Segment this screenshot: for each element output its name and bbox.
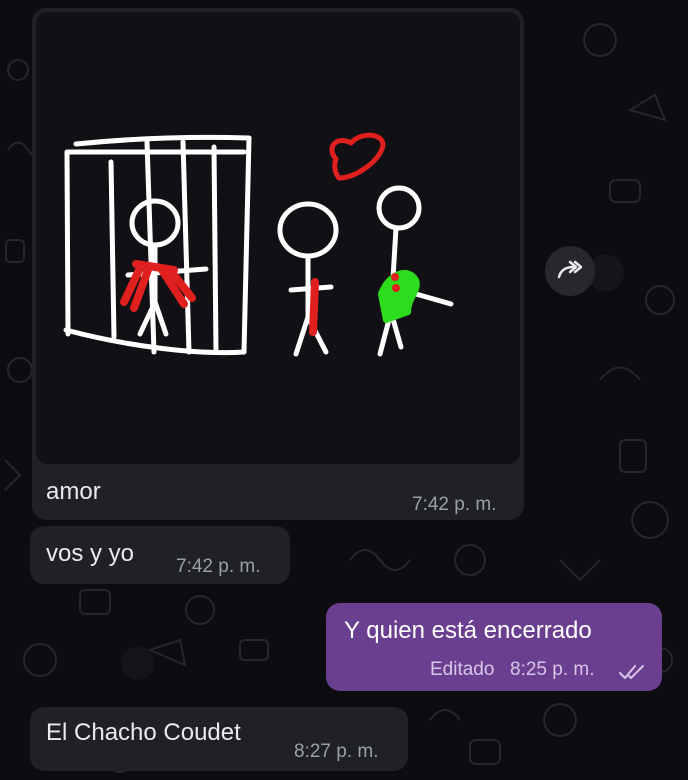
forward-button[interactable] [545,246,595,296]
message-text: Y quien está encerrado [344,617,592,644]
shared-image[interactable] [36,12,520,464]
message-bubble-image[interactable]: amor 7:42 p. m. [32,8,524,520]
message-time: 8:27 p. m. [294,741,379,762]
message-time: 7:42 p. m. [176,556,261,577]
message-time: 7:42 p. m. [412,494,497,515]
message-text: El Chacho Coudet [46,719,241,746]
message-bubble[interactable]: El Chacho Coudet 8:27 p. m. [30,707,408,771]
edited-label: Editado [430,659,495,680]
double-check-icon [619,665,644,679]
message-text: vos y yo [46,540,135,567]
message-bubble-outgoing[interactable]: Y quien está encerrado Editado 8:25 p. m… [326,603,662,691]
image-caption: amor [46,478,101,505]
forward-icon [557,260,583,279]
stick-figure-drawing [63,132,454,357]
message-time: 8:25 p. m. [510,659,595,680]
message-bubble[interactable]: vos y yo 7:42 p. m. [30,526,290,584]
